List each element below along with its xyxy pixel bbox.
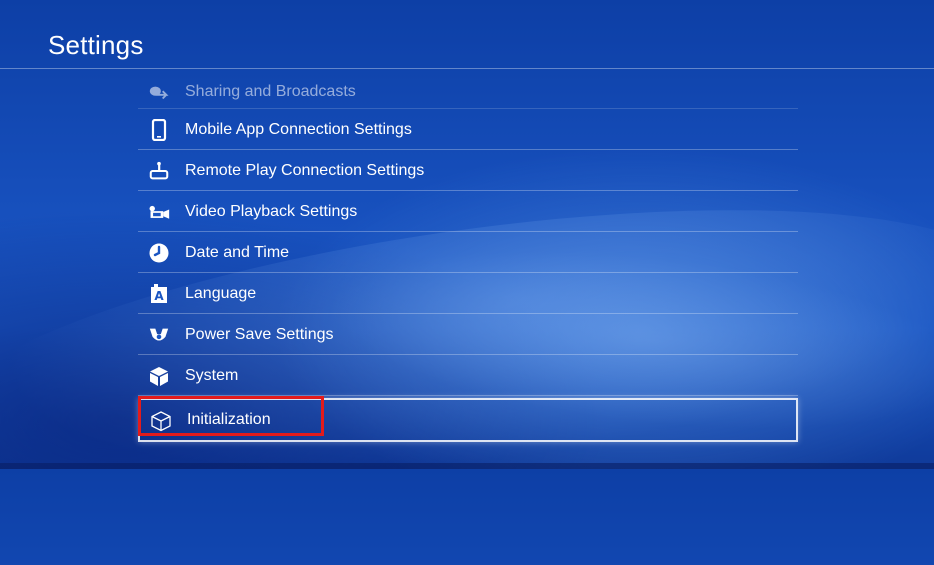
share-icon	[148, 82, 170, 104]
menu-item-label: Power Save Settings	[185, 326, 334, 343]
clock-icon	[148, 242, 170, 264]
bottom-edge	[0, 463, 934, 469]
settings-menu: Sharing and Broadcasts Mobile App Connec…	[138, 76, 798, 442]
video-camera-icon	[148, 201, 170, 223]
remote-play-icon	[148, 160, 170, 182]
menu-item-date-and-time[interactable]: Date and Time	[138, 232, 798, 273]
menu-item-sharing-and-broadcasts[interactable]: Sharing and Broadcasts	[138, 76, 798, 109]
menu-item-initialization[interactable]: Initialization	[138, 396, 798, 442]
svg-text:A: A	[154, 289, 164, 303]
power-save-icon	[148, 324, 170, 346]
menu-item-mobile-app-connection-settings[interactable]: Mobile App Connection Settings	[138, 109, 798, 150]
language-icon: A	[148, 283, 170, 305]
menu-item-language[interactable]: A Language	[138, 273, 798, 314]
menu-item-label: Language	[185, 285, 257, 302]
menu-item-video-playback-settings[interactable]: Video Playback Settings	[138, 191, 798, 232]
menu-item-label: Mobile App Connection Settings	[185, 121, 412, 138]
system-cube-icon	[148, 365, 170, 387]
menu-item-remote-play-connection-settings[interactable]: Remote Play Connection Settings	[138, 150, 798, 191]
menu-item-label: Initialization	[187, 411, 271, 428]
menu-item-label: Video Playback Settings	[185, 203, 358, 220]
menu-item-power-save-settings[interactable]: Power Save Settings	[138, 314, 798, 355]
mobile-phone-icon	[148, 119, 170, 141]
page-title: Settings	[48, 30, 144, 60]
menu-item-label: Date and Time	[185, 244, 290, 261]
menu-item-system[interactable]: System	[138, 355, 798, 396]
menu-item-label: System	[185, 367, 239, 384]
header: Settings	[0, 0, 934, 69]
menu-item-label: Sharing and Broadcasts	[185, 83, 356, 100]
initialization-cube-icon	[150, 410, 172, 432]
menu-item-label: Remote Play Connection Settings	[185, 162, 425, 179]
